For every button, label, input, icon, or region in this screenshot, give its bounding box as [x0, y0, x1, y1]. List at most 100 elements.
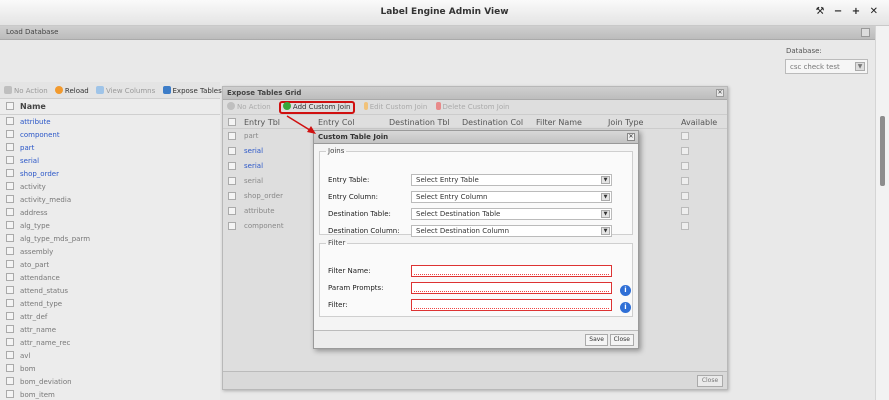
table-row[interactable]: activity — [0, 180, 220, 193]
delete-custom-join-button[interactable]: Delete Custom Join — [435, 102, 510, 111]
table-row[interactable]: serial — [0, 154, 220, 167]
table-row[interactable]: attend_type — [0, 297, 220, 310]
row-checkbox[interactable] — [6, 221, 14, 229]
window-controls[interactable]: ⚒ − + ✕ — [815, 6, 881, 17]
dropdown-arrow-icon[interactable]: ▼ — [601, 227, 610, 235]
add-custom-join-button[interactable]: Add Custom Join — [278, 101, 356, 114]
row-checkbox[interactable] — [228, 207, 236, 215]
table-row[interactable]: ato_part — [0, 258, 220, 271]
row-checkbox[interactable] — [6, 286, 14, 294]
column-header[interactable]: Filter Name — [536, 118, 582, 127]
row-checkbox[interactable] — [6, 169, 14, 177]
available-checkbox[interactable] — [681, 192, 689, 200]
row-checkbox[interactable] — [6, 247, 14, 255]
table-row[interactable]: alg_type — [0, 219, 220, 232]
row-checkbox[interactable] — [6, 377, 14, 385]
select-all-checkbox[interactable] — [6, 102, 14, 110]
table-row[interactable]: attr_def — [0, 310, 220, 323]
view-columns-button[interactable]: View Columns — [95, 86, 155, 95]
row-checkbox[interactable] — [6, 312, 14, 320]
available-checkbox[interactable] — [681, 162, 689, 170]
row-checkbox[interactable] — [6, 273, 14, 281]
table-row[interactable]: bom — [0, 362, 220, 375]
expose-tables-button[interactable]: Expose Tables — [162, 86, 222, 95]
entry-column-select[interactable]: Select Entry Column ▼ — [411, 191, 612, 203]
destination-column-select[interactable]: Select Destination Column ▼ — [411, 225, 612, 237]
row-checkbox[interactable] — [6, 182, 14, 190]
row-checkbox[interactable] — [6, 117, 14, 125]
table-row[interactable]: bom_deviation — [0, 375, 220, 388]
edit-custom-join-button[interactable]: Edit Custom Join — [363, 102, 427, 111]
load-database-bar[interactable]: Load Database — [0, 26, 875, 40]
info-icon[interactable]: i — [620, 285, 631, 296]
table-row[interactable]: alg_type_mds_parm — [0, 232, 220, 245]
row-checkbox[interactable] — [6, 195, 14, 203]
row-checkbox[interactable] — [6, 325, 14, 333]
dropdown-arrow-icon[interactable]: ▼ — [601, 210, 610, 218]
table-row[interactable]: attr_name — [0, 323, 220, 336]
row-checkbox[interactable] — [6, 364, 14, 372]
expose-close-button[interactable]: Close — [697, 375, 723, 387]
row-checkbox[interactable] — [6, 390, 14, 398]
dropdown-arrow-icon[interactable]: ▼ — [855, 62, 865, 71]
column-header[interactable]: Destination Tbl — [389, 118, 450, 127]
close-button[interactable]: Close — [609, 334, 634, 346]
save-button[interactable]: Save — [585, 334, 608, 346]
column-header[interactable]: Available — [681, 118, 717, 127]
entry-table-select[interactable]: Select Entry Table ▼ — [411, 174, 612, 186]
row-checkbox[interactable] — [228, 177, 236, 185]
row-checkbox[interactable] — [6, 130, 14, 138]
table-row[interactable]: avl — [0, 349, 220, 362]
table-row[interactable]: assembly — [0, 245, 220, 258]
table-row[interactable]: shop_order — [0, 167, 220, 180]
database-select[interactable]: csc check test ▼ — [785, 59, 868, 74]
row-checkbox[interactable] — [6, 338, 14, 346]
reload-button[interactable]: Reload — [54, 86, 89, 95]
table-row[interactable]: attendance — [0, 271, 220, 284]
row-checkbox[interactable] — [228, 147, 236, 155]
row-checkbox[interactable] — [6, 260, 14, 268]
row-checkbox[interactable] — [228, 192, 236, 200]
available-checkbox[interactable] — [681, 207, 689, 215]
column-header[interactable]: Entry Col — [318, 118, 355, 127]
table-row[interactable]: attr_name_rec — [0, 336, 220, 349]
dropdown-arrow-icon[interactable]: ▼ — [601, 193, 610, 201]
table-row[interactable]: activity_media — [0, 193, 220, 206]
filter-input[interactable] — [411, 299, 612, 311]
row-checkbox[interactable] — [228, 162, 236, 170]
destination-table-select[interactable]: Select Destination Table ▼ — [411, 208, 612, 220]
column-header[interactable]: Join Type — [608, 118, 643, 127]
table-row[interactable]: attribute — [0, 115, 220, 128]
collapse-icon[interactable] — [861, 28, 870, 37]
row-checkbox[interactable] — [6, 208, 14, 216]
row-checkbox[interactable] — [228, 132, 236, 140]
table-row[interactable]: attend_status — [0, 284, 220, 297]
info-icon[interactable]: i — [620, 302, 631, 313]
left-grid-header[interactable]: Name — [0, 99, 220, 115]
table-row[interactable]: component — [0, 128, 220, 141]
table-row[interactable]: address — [0, 206, 220, 219]
scrollbar-thumb[interactable] — [880, 116, 885, 186]
available-checkbox[interactable] — [681, 177, 689, 185]
available-checkbox[interactable] — [681, 147, 689, 155]
param-prompts-input[interactable] — [411, 282, 612, 294]
close-icon[interactable]: ✕ — [627, 133, 635, 141]
row-checkbox[interactable] — [228, 222, 236, 230]
available-checkbox[interactable] — [681, 132, 689, 140]
column-header[interactable]: Entry Tbl — [244, 118, 280, 127]
close-icon[interactable]: ✕ — [716, 89, 724, 97]
page-scrollbar[interactable] — [875, 26, 889, 400]
expose-select-all-checkbox[interactable] — [228, 118, 236, 126]
filter-name-input[interactable] — [411, 265, 612, 277]
row-checkbox[interactable] — [6, 299, 14, 307]
grid-no-action-button[interactable]: No Action — [227, 102, 271, 111]
table-row[interactable]: part — [0, 141, 220, 154]
table-row[interactable]: bom_item — [0, 388, 220, 400]
row-checkbox[interactable] — [6, 351, 14, 359]
available-checkbox[interactable] — [681, 222, 689, 230]
dropdown-arrow-icon[interactable]: ▼ — [601, 176, 610, 184]
row-checkbox[interactable] — [6, 234, 14, 242]
no-action-button[interactable]: No Action — [4, 86, 48, 95]
column-header[interactable]: Destination Col — [462, 118, 523, 127]
row-checkbox[interactable] — [6, 143, 14, 151]
